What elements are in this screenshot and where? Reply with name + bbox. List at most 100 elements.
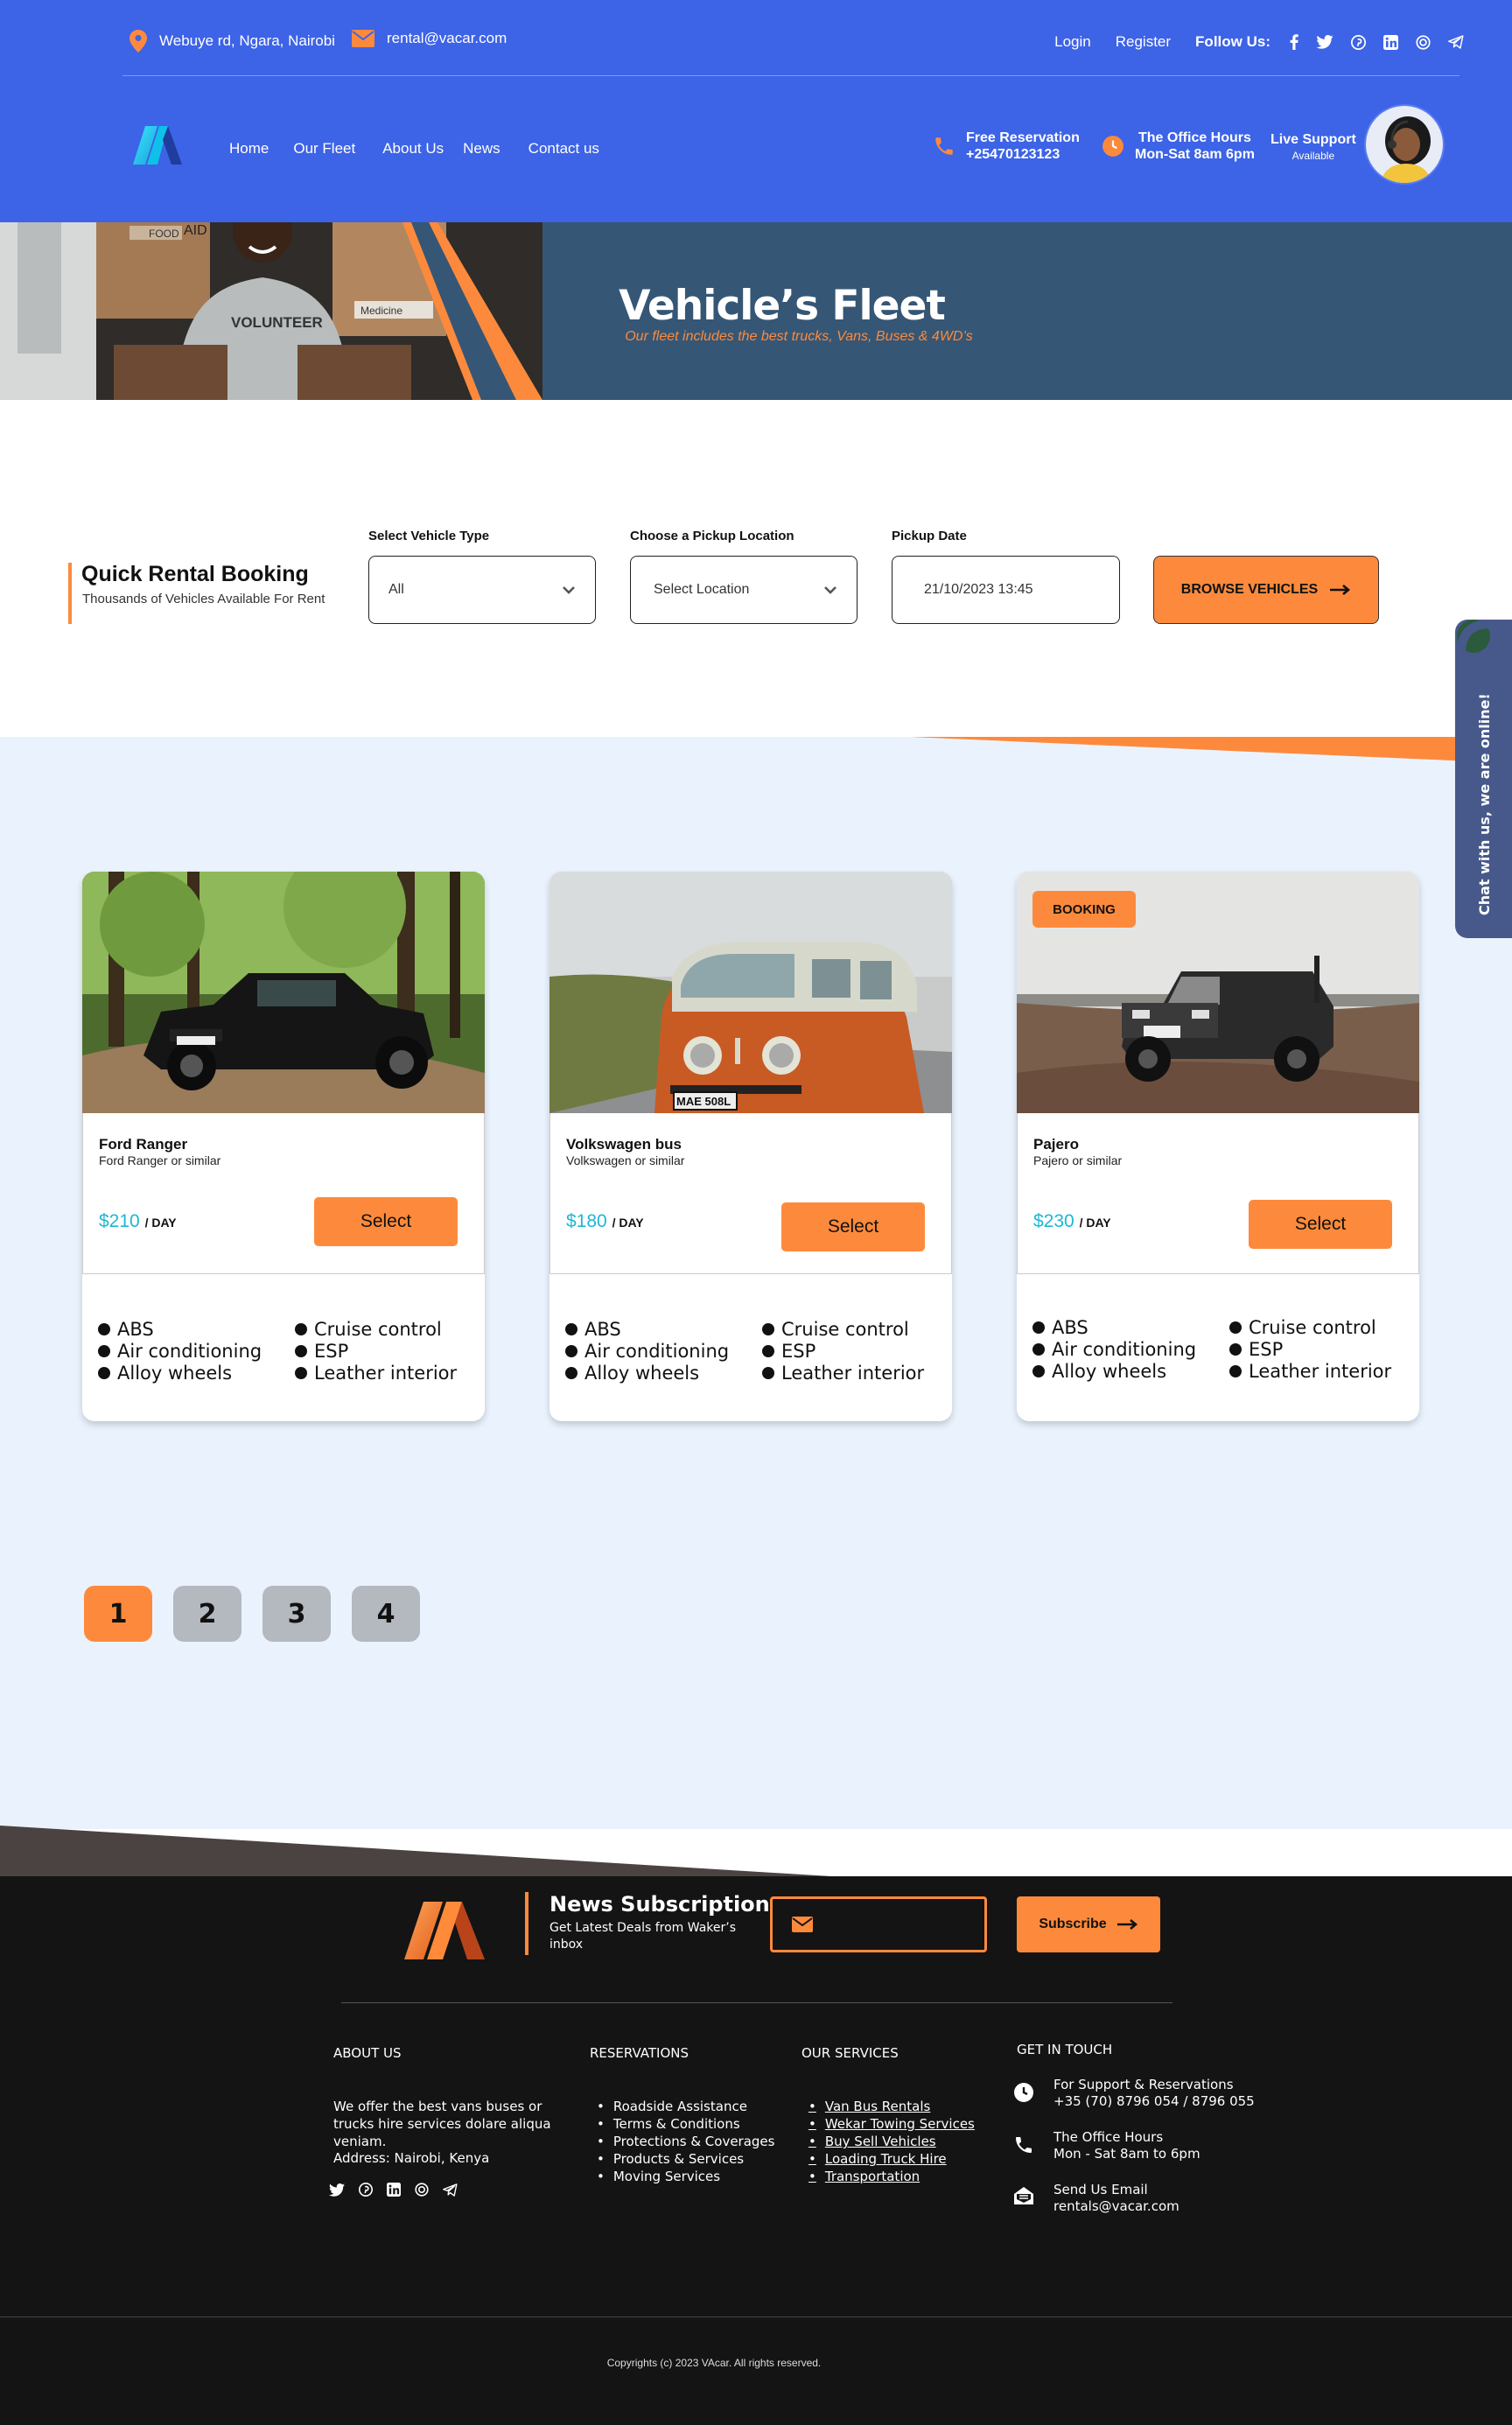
main-nav: Home Our Fleet About Us News Contact us <box>229 140 624 158</box>
newsletter-email-input[interactable] <box>770 1896 987 1952</box>
about-heading: ABOUT US <box>333 2045 402 2061</box>
phone-icon <box>933 135 956 158</box>
newsletter-accent-bar <box>525 1892 528 1955</box>
support-phones: +35 (70) 8796 054 / 8796 055 <box>1054 2093 1255 2109</box>
vehicle-features: ABS Cruise control Air conditioning ESP … <box>98 1318 474 1384</box>
reservation-link[interactable]: Moving Services <box>597 2168 774 2185</box>
vehicle-subtitle: Pajero or similar <box>1033 1153 1123 1167</box>
live-support-info[interactable]: Live Support Available <box>1270 131 1356 165</box>
email-info[interactable]: rental@vacar.com <box>352 30 507 47</box>
support-label: For Support & Reservations <box>1054 2077 1234 2092</box>
address-info: Webuye rd, Ngara, Nairobi <box>130 30 335 53</box>
quick-booking-section: Quick Rental Booking Thousands of Vehicl… <box>0 400 1512 737</box>
subscribe-label: Subscribe <box>1039 1917 1107 1931</box>
feature-item: ABS <box>98 1318 295 1340</box>
pinterest-icon[interactable] <box>359 2183 373 2197</box>
free-reservation-info[interactable]: Free Reservation +25470123123 <box>933 130 1080 163</box>
email-text[interactable]: rental@vacar.com <box>387 30 507 47</box>
pickup-date-label: Pickup Date <box>892 529 967 543</box>
newsletter-title: News Subscription <box>550 1892 770 1917</box>
feature-item: ABS <box>1032 1316 1229 1338</box>
reservation-link[interactable]: Protections & Coverages <box>597 2133 775 2150</box>
reservation-link[interactable]: Terms & Conditions <box>597 2115 774 2133</box>
vehicle-photo-ford-ranger[interactable] <box>82 872 485 1113</box>
copyright-text: Copyrights (c) 2023 VAcar. All rights re… <box>606 2357 822 2369</box>
telegram-icon[interactable] <box>1448 35 1464 49</box>
footer-bottom-divider <box>0 2316 1512 2317</box>
vehicle-price: $180 / DAY <box>566 1211 644 1231</box>
pickup-location-select[interactable]: Select Location <box>630 556 858 624</box>
nav-contact-us[interactable]: Contact us <box>528 140 599 158</box>
pickup-date-input[interactable]: 21/10/2023 13:45 <box>892 556 1120 624</box>
twitter-icon[interactable] <box>1316 35 1334 49</box>
footer-divider <box>341 2002 1172 2003</box>
contact-phone[interactable]: For Support & Reservations +35 (70) 8796 … <box>1013 2077 1255 2110</box>
pickup-location-label: Choose a Pickup Location <box>630 529 794 543</box>
twitter-icon[interactable] <box>329 2183 345 2197</box>
feature-item: ABS <box>565 1318 762 1340</box>
feature-item: Leather interior <box>295 1362 474 1384</box>
service-link[interactable]: Buy Sell Vehicles <box>808 2133 975 2150</box>
subscribe-button[interactable]: Subscribe <box>1017 1896 1160 1952</box>
select-button[interactable]: Select <box>1249 1200 1392 1249</box>
pinterest-icon[interactable] <box>1351 34 1366 50</box>
feature-item: Alloy wheels <box>98 1362 295 1384</box>
footer-social-links <box>329 2183 458 2197</box>
nav-news[interactable]: News <box>463 140 500 158</box>
chat-widget[interactable]: Chat with us, we are online! <box>1455 620 1512 938</box>
vehicle-type-value: All <box>388 582 404 597</box>
address-text: Webuye rd, Ngara, Nairobi <box>159 32 335 49</box>
reservations-heading: RESERVATIONS <box>590 2045 690 2061</box>
header-divider <box>122 75 1460 76</box>
telegram-icon[interactable] <box>443 2183 458 2197</box>
vehicle-name: Ford Ranger <box>99 1136 188 1153</box>
nav-about-us[interactable]: About Us <box>382 140 444 158</box>
feature-item: Leather interior <box>762 1362 942 1384</box>
chevron-down-icon <box>823 585 837 594</box>
page-button-2[interactable]: 2 <box>173 1586 242 1642</box>
page-button-1[interactable]: 1 <box>84 1586 152 1642</box>
vehicle-info: Pajero Pajero or similar $230 / DAY Sele… <box>1017 1113 1419 1274</box>
support-agent-avatar[interactable] <box>1364 104 1445 185</box>
contact-email[interactable]: Send Us Email rentals@vacar.com <box>1013 2182 1180 2215</box>
svg-text:FOOD: FOOD <box>149 228 179 240</box>
dribbble-icon[interactable] <box>415 2183 429 2197</box>
clock-icon <box>1102 135 1124 158</box>
vehicle-card-volkswagen-bus: MAE 508L Volkswagen bus Volkswagen or si… <box>550 872 952 1421</box>
feature-item: Leather interior <box>1229 1360 1409 1382</box>
pickup-location-value: Select Location <box>654 582 750 597</box>
select-button[interactable]: Select <box>314 1197 458 1246</box>
site-logo[interactable] <box>133 126 182 165</box>
dribbble-icon[interactable] <box>1416 34 1431 50</box>
booking-title: Quick Rental Booking <box>81 562 309 586</box>
vehicle-type-select[interactable]: All <box>368 556 596 624</box>
service-link[interactable]: Loading Truck Hire <box>808 2150 975 2168</box>
feature-item: Alloy wheels <box>1032 1360 1229 1382</box>
hours-label: The Office Hours <box>1054 2129 1164 2145</box>
page-button-3[interactable]: 3 <box>262 1586 331 1642</box>
nav-our-fleet[interactable]: Our Fleet <box>293 140 355 158</box>
vehicle-price: $210 / DAY <box>99 1211 177 1231</box>
reservation-link[interactable]: Products & Services <box>597 2150 774 2168</box>
social-links <box>1290 34 1464 50</box>
footer-logo[interactable] <box>404 1902 485 1959</box>
page-title: Vehicle’s Fleet <box>619 282 946 330</box>
linkedin-icon[interactable] <box>387 2183 401 2197</box>
email-label: Send Us Email <box>1054 2182 1148 2197</box>
page-button-4[interactable]: 4 <box>352 1586 420 1642</box>
select-button[interactable]: Select <box>781 1202 925 1251</box>
nav-home[interactable]: Home <box>229 140 269 158</box>
page-hero: FOOD AID Medicine VOLUNTEER Vehicle’s Fl… <box>0 222 1512 400</box>
email-value: rentals@vacar.com <box>1054 2198 1180 2214</box>
service-link[interactable]: Van Bus Rentals <box>808 2098 975 2115</box>
service-link[interactable]: Wekar Towing Services <box>808 2115 975 2133</box>
linkedin-icon[interactable] <box>1383 34 1398 50</box>
service-link[interactable]: Transportation <box>808 2168 975 2185</box>
facebook-icon[interactable] <box>1290 34 1298 50</box>
browse-vehicles-button[interactable]: BROWSE VEHICLES <box>1153 556 1379 624</box>
vehicle-photo-volkswagen-bus[interactable]: MAE 508L <box>550 872 952 1113</box>
login-link[interactable]: Login <box>1054 33 1091 51</box>
booking-badge[interactable]: BOOKING <box>1032 891 1136 928</box>
register-link[interactable]: Register <box>1116 33 1171 51</box>
reservation-link[interactable]: Roadside Assistance <box>597 2098 774 2115</box>
